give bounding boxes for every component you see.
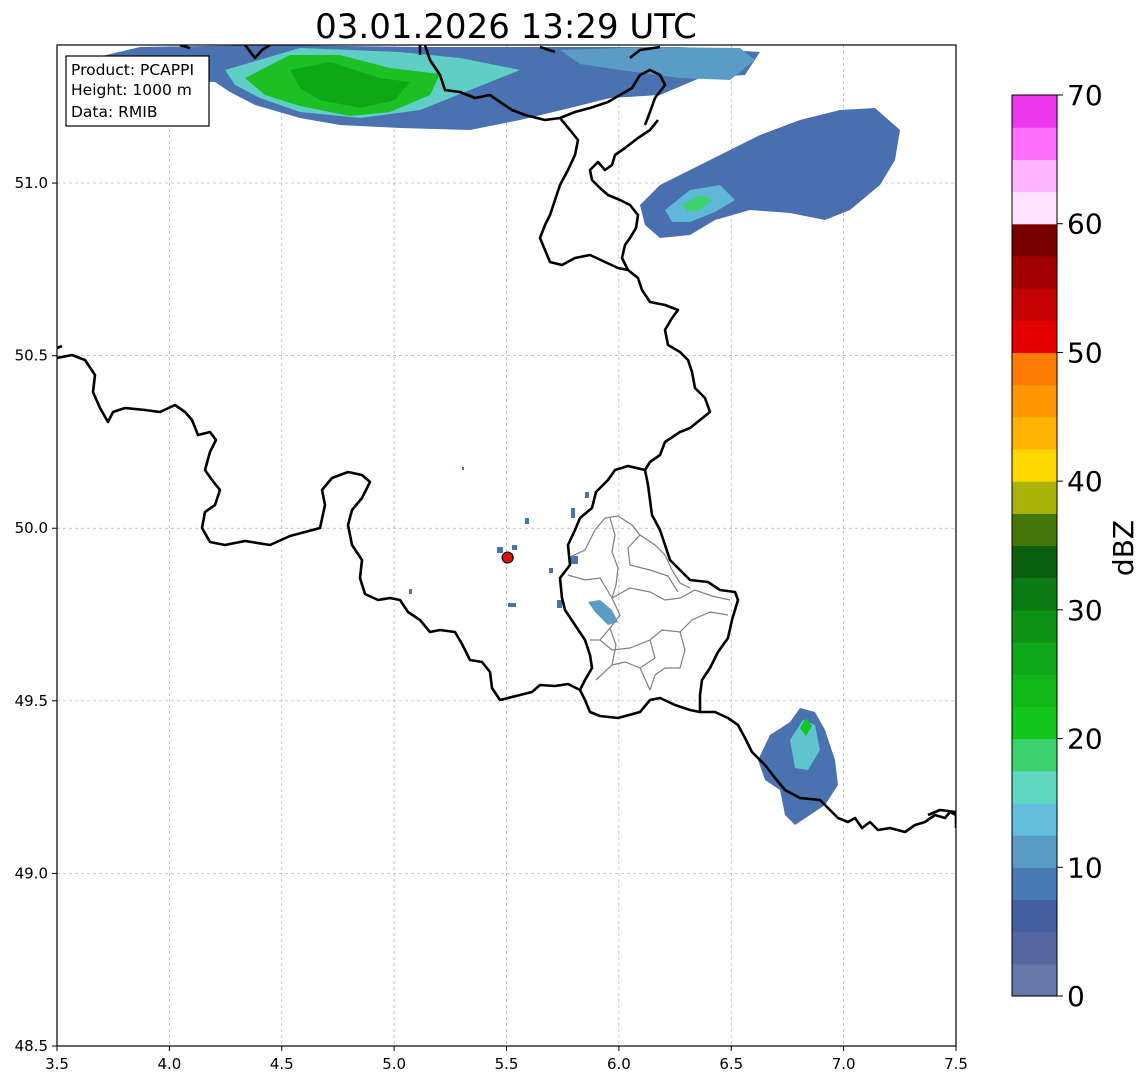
colorbar-segment [1012,159,1057,193]
echo-speck [549,568,553,573]
colorbar-segment [1012,448,1057,482]
colorbar-segment [1012,191,1057,225]
map-title: 03.01.2026 13:29 UTC [315,7,697,47]
colorbar-segment [1012,95,1057,128]
colorbar-segment [1012,835,1057,868]
colorbar-tick-label: 70 [1067,79,1103,112]
echo-speck [571,508,575,518]
x-tick-label: 7.0 [832,1055,856,1073]
info-height: Height: 1000 m [71,81,192,99]
colorbar-segment [1012,867,1057,901]
radar-figure: 03.01.2026 13:29 UTC Product: PCAPPI Hei… [15,7,1140,1073]
colorbar-segment [1012,288,1057,321]
colorbar-segment [1012,481,1057,514]
colorbar-segment [1012,802,1057,836]
echo-speck [497,547,503,553]
echo-speck [462,467,464,470]
x-tick-label: 4.5 [270,1055,294,1073]
colorbar-segment [1012,706,1057,740]
colorbar-tick-label: 0 [1067,980,1085,1013]
y-tick-label: 50.5 [15,347,48,365]
x-tick-label: 5.5 [495,1055,519,1073]
colorbar-segment [1012,320,1057,354]
colorbar-segment [1012,963,1057,997]
y-tick-label: 50.0 [15,519,48,537]
x-tick-label: 6.0 [607,1055,631,1073]
colorbar-tick-label: 40 [1067,465,1103,498]
x-axis: 3.5 4.0 4.5 5.0 5.5 6.0 6.5 7.0 7.5 [45,1046,968,1073]
echo-speck [508,603,516,607]
colorbar-segment [1012,642,1057,675]
colorbar-segment [1012,513,1057,547]
colorbar-segment [1012,770,1057,804]
x-tick-label: 7.5 [944,1055,968,1073]
colorbar-tick-label: 60 [1067,208,1103,241]
echo-speck [557,600,562,608]
colorbar-segment [1012,545,1057,579]
x-tick-label: 4.0 [157,1055,181,1073]
colorbar-tick-label: 10 [1067,851,1103,884]
echo-speck [585,492,589,498]
y-tick-label: 51.0 [15,174,48,192]
y-tick-label: 49.0 [15,864,48,882]
colorbar-segment [1012,577,1057,611]
y-axis: 48.5 49.0 49.5 50.0 50.5 51.0 [15,174,57,1055]
echo-speck [525,518,529,524]
colorbar-segment [1012,738,1057,772]
info-box: Product: PCAPPI Height: 1000 m Data: RMI… [65,55,210,127]
colorbar-label: dBZ [1107,520,1140,576]
x-tick-label: 6.5 [719,1055,743,1073]
x-tick-label: 3.5 [45,1055,69,1073]
colorbar-tick-label: 50 [1067,336,1103,369]
colorbar-segment [1012,931,1057,965]
y-tick-label: 48.5 [15,1037,48,1055]
colorbar-segment [1012,899,1057,933]
colorbar-segment [1012,674,1057,707]
x-tick-label: 5.0 [382,1055,406,1073]
colorbar-segment [1012,223,1057,257]
y-tick-label: 49.5 [15,692,48,710]
radar-site-marker [501,551,514,564]
colorbar-segment [1012,352,1057,386]
colorbar-tick-label: 20 [1067,723,1103,756]
colorbar-segment [1012,384,1057,418]
info-source: Data: RMIB [71,103,158,121]
colorbar-segment [1012,127,1057,160]
colorbar: 0 10 20 30 40 50 60 70 [1011,79,1103,1013]
colorbar-segment [1012,416,1057,450]
colorbar-segment [1012,609,1057,643]
info-product: Product: PCAPPI [71,61,194,79]
echo-speck [512,545,517,550]
echo-speck [409,589,412,594]
colorbar-segment [1012,255,1057,289]
colorbar-tick-label: 30 [1067,594,1103,627]
